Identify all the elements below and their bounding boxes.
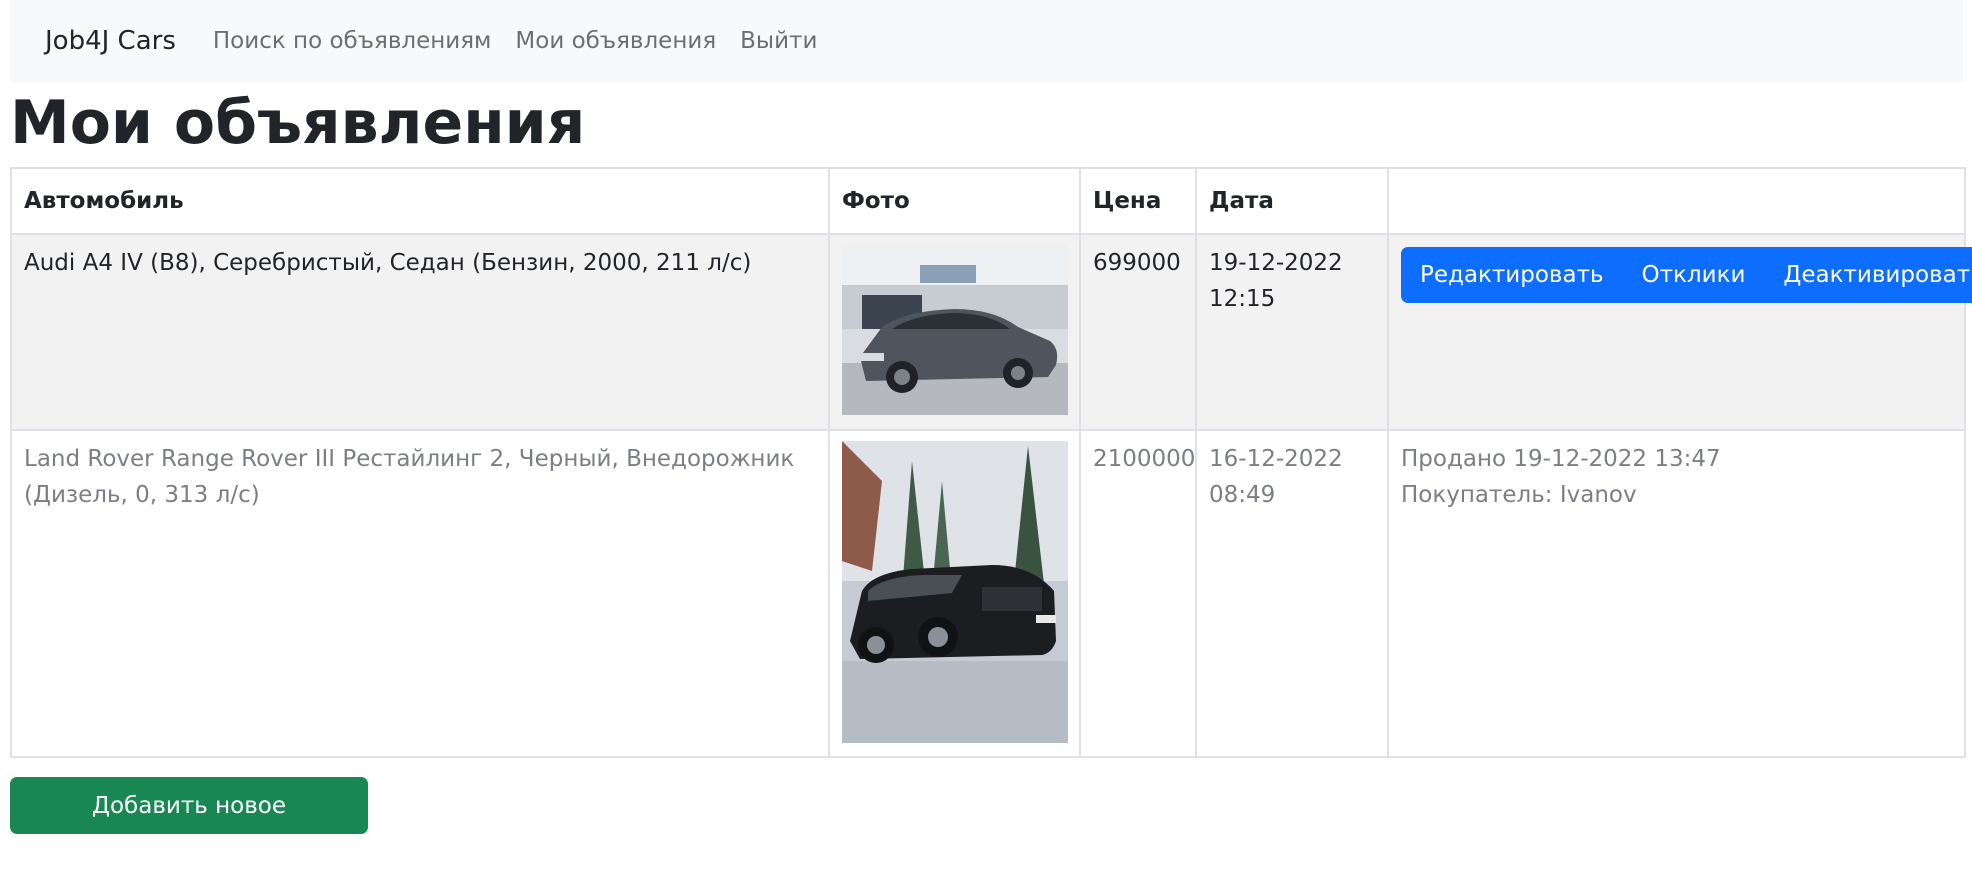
table-row: Audi A4 IV (B8), Серебристый, Седан (Бен… — [10, 233, 1972, 431]
page-title: Мои объявления — [10, 88, 586, 158]
sold-status: Продано 19-12-2022 13:47 — [1401, 446, 1721, 472]
car-photo[interactable] — [842, 441, 1068, 743]
column-header-actions — [1387, 167, 1966, 235]
time-value: 12:15 — [1209, 286, 1276, 312]
date-value: 16-12-2022 — [1209, 446, 1343, 472]
ads-table: Автомобиль Фото Цена Дата Audi A4 IV (B8… — [10, 167, 1972, 758]
buyer-info: Покупатель: Ivanov — [1401, 482, 1637, 508]
add-new-ad-button[interactable]: Добавить новое объявление — [10, 777, 368, 876]
price-cell: 2100000 — [1079, 429, 1197, 758]
car-description: Land Rover Range Rover III Рестайлинг 2,… — [10, 429, 830, 758]
price-cell: 699000 — [1079, 233, 1197, 431]
nav-link-my-ads[interactable]: Мои объявления — [515, 28, 716, 54]
column-header-car: Автомобиль — [10, 167, 830, 235]
table-header-row: Автомобиль Фото Цена Дата — [10, 167, 1966, 235]
column-header-date: Дата — [1195, 167, 1389, 235]
responses-button[interactable]: Отклики — [1623, 247, 1765, 303]
column-header-photo: Фото — [828, 167, 1081, 235]
date-cell: 16-12-2022 08:49 — [1195, 429, 1389, 758]
photo-cell — [828, 233, 1081, 431]
date-cell: 19-12-2022 12:15 — [1195, 233, 1389, 431]
status-cell: Продано 19-12-2022 13:47 Покупатель: Iva… — [1387, 429, 1966, 758]
brand-link[interactable]: Job4J Cars — [45, 26, 176, 56]
car-description: Audi A4 IV (B8), Серебристый, Седан (Бен… — [10, 233, 830, 431]
nav-link-search[interactable]: Поиск по объявлениям — [213, 28, 492, 54]
car-photo[interactable] — [842, 245, 1068, 415]
edit-button[interactable]: Редактировать — [1401, 247, 1623, 303]
actions-button-group: Редактировать Отклики Деактивировать — [1401, 247, 1972, 303]
deactivate-button[interactable]: Деактивировать — [1764, 247, 1972, 303]
actions-cell: Редактировать Отклики Деактивировать — [1387, 233, 1972, 431]
time-value: 08:49 — [1209, 482, 1276, 508]
column-header-price: Цена — [1079, 167, 1197, 235]
nav-link-logout[interactable]: Выйти — [740, 28, 817, 54]
photo-cell — [828, 429, 1081, 758]
table-row: Land Rover Range Rover III Рестайлинг 2,… — [10, 429, 1966, 758]
date-value: 19-12-2022 — [1209, 250, 1343, 276]
navbar: Job4J Cars Поиск по объявлениям Мои объя… — [10, 0, 1963, 82]
